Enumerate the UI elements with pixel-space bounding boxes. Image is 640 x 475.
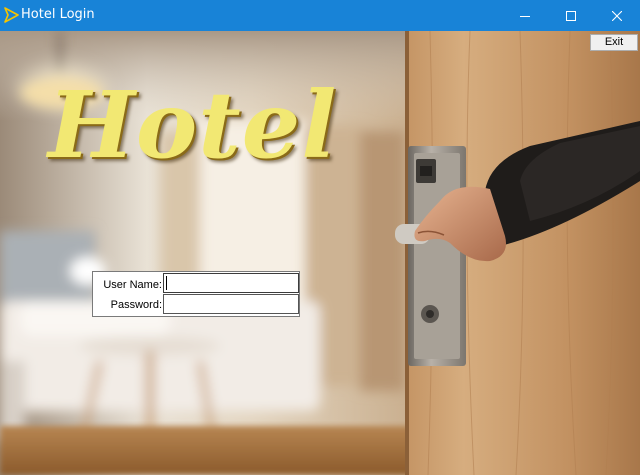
close-icon — [612, 10, 622, 21]
maximize-icon — [566, 10, 576, 21]
password-input[interactable] — [163, 294, 299, 314]
minimize-icon — [520, 15, 530, 17]
play-triangle-icon — [4, 7, 19, 23]
password-label: Password: — [110, 299, 162, 311]
text-caret — [166, 276, 167, 290]
window-title: Hotel Login — [21, 7, 95, 22]
username-input[interactable] — [163, 273, 299, 293]
minimize-button[interactable] — [502, 0, 548, 31]
title-bar[interactable]: Hotel Login — [0, 0, 640, 31]
login-window: Hotel Login Hotel Exit User Name: Passwo… — [0, 0, 640, 475]
maximize-button[interactable] — [548, 0, 594, 31]
close-button[interactable] — [594, 0, 640, 31]
username-label: User Name: — [103, 279, 162, 291]
login-form: User Name: Password: — [92, 271, 300, 317]
hotel-title: Hotel — [48, 71, 338, 179]
exit-button[interactable]: Exit — [590, 34, 638, 51]
